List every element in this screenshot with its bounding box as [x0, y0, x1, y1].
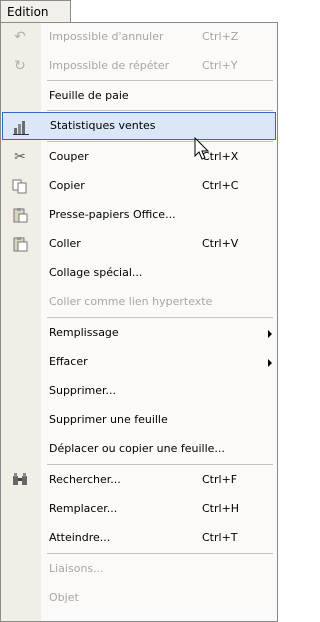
menu-item-supprimer[interactable]: Supprimer...	[1, 377, 277, 405]
menu-item-shortcut: Ctrl+Z	[202, 30, 239, 43]
menu-item-label: Copier	[49, 179, 85, 192]
menu-item-label: Atteindre...	[49, 531, 111, 544]
scissors-icon: ✂	[14, 149, 26, 165]
menu-item-coller-lien-hypertexte: Coller comme lien hypertexte	[1, 288, 277, 316]
menu-item-statistiques-ventes[interactable]: Statistiques ventes	[2, 112, 276, 140]
menu-item-redo: ↻ Impossible de répéter Ctrl+Y	[1, 52, 277, 80]
menu-item-label: Collage spécial...	[49, 266, 143, 279]
menu-item-effacer[interactable]: Effacer	[1, 348, 277, 376]
menu-item-shortcut: Ctrl+H	[202, 502, 240, 515]
redo-icon: ↻	[14, 58, 26, 74]
paste-icon	[12, 236, 28, 252]
menu-item-label: Coller comme lien hypertexte	[49, 295, 213, 308]
menu-item-label: Remplissage	[49, 326, 119, 339]
menu-item-feuille-de-paie[interactable]: Feuille de paie	[1, 82, 277, 110]
mouse-cursor-icon	[194, 137, 210, 160]
menu-item-couper[interactable]: ✂ Couper Ctrl+X	[1, 143, 277, 171]
menu-item-supprimer-feuille[interactable]: Supprimer une feuille	[1, 406, 277, 434]
bar-chart-icon	[13, 119, 29, 135]
menu-item-shortcut: Ctrl+T	[202, 531, 238, 544]
submenu-arrow-icon	[268, 359, 272, 367]
menu-item-label: Coller	[49, 237, 81, 250]
menu-separator	[47, 317, 273, 318]
menu-item-label: Remplacer...	[49, 502, 118, 515]
menu-item-label: Impossible de répéter	[49, 59, 170, 72]
menu-item-label: Rechercher...	[49, 473, 121, 486]
menu-item-coller[interactable]: Coller Ctrl+V	[1, 230, 277, 258]
menu-item-label: Impossible d'annuler	[49, 30, 164, 43]
menu-separator	[47, 141, 273, 142]
menu-item-label: Objet	[49, 591, 79, 604]
menu-item-shortcut: Ctrl+C	[202, 179, 239, 192]
menu-item-shortcut: Ctrl+Y	[202, 59, 238, 72]
menu-item-shortcut: Ctrl+V	[202, 237, 239, 250]
undo-icon: ↶	[14, 29, 26, 45]
binoculars-icon	[12, 472, 28, 488]
menu-item-shortcut: Ctrl+F	[202, 473, 238, 486]
menu-item-copier[interactable]: Copier Ctrl+C	[1, 172, 277, 200]
menu-item-undo: ↶ Impossible d'annuler Ctrl+Z	[1, 23, 277, 51]
menu-separator	[47, 110, 273, 111]
menu-item-label: Déplacer ou copier une feuille...	[49, 442, 225, 455]
menu-item-label: Statistiques ventes	[50, 119, 156, 132]
menu-title-edition[interactable]: Edition	[0, 0, 71, 23]
menu-item-label: Couper	[49, 150, 89, 163]
menu-separator	[47, 553, 273, 554]
clipboard-office-icon	[12, 207, 28, 223]
menu-item-rechercher[interactable]: Rechercher... Ctrl+F	[1, 466, 277, 494]
menu-item-atteindre[interactable]: Atteindre... Ctrl+T	[1, 524, 277, 552]
menu-item-objet: Objet	[1, 584, 277, 612]
menu-item-label: Supprimer...	[49, 384, 116, 397]
menu-item-deplacer-copier-feuille[interactable]: Déplacer ou copier une feuille...	[1, 435, 277, 463]
menu-item-remplissage[interactable]: Remplissage	[1, 319, 277, 347]
menu-item-remplacer[interactable]: Remplacer... Ctrl+H	[1, 495, 277, 523]
edition-dropdown-menu: ↶ Impossible d'annuler Ctrl+Z ↻ Impossib…	[0, 22, 278, 622]
menu-item-label: Presse-papiers Office...	[49, 208, 176, 221]
submenu-arrow-icon	[268, 330, 272, 338]
copy-icon	[12, 178, 28, 194]
menu-item-label: Effacer	[49, 355, 88, 368]
menu-item-collage-special[interactable]: Collage spécial...	[1, 259, 277, 287]
menu-item-presse-papiers-office[interactable]: Presse-papiers Office...	[1, 201, 277, 229]
menu-item-label: Supprimer une feuille	[49, 413, 168, 426]
menu-separator	[47, 464, 273, 465]
menu-item-liaisons: Liaisons...	[1, 555, 277, 583]
menu-item-label: Feuille de paie	[49, 89, 129, 102]
menu-separator	[47, 80, 273, 81]
menu-item-label: Liaisons...	[49, 562, 104, 575]
